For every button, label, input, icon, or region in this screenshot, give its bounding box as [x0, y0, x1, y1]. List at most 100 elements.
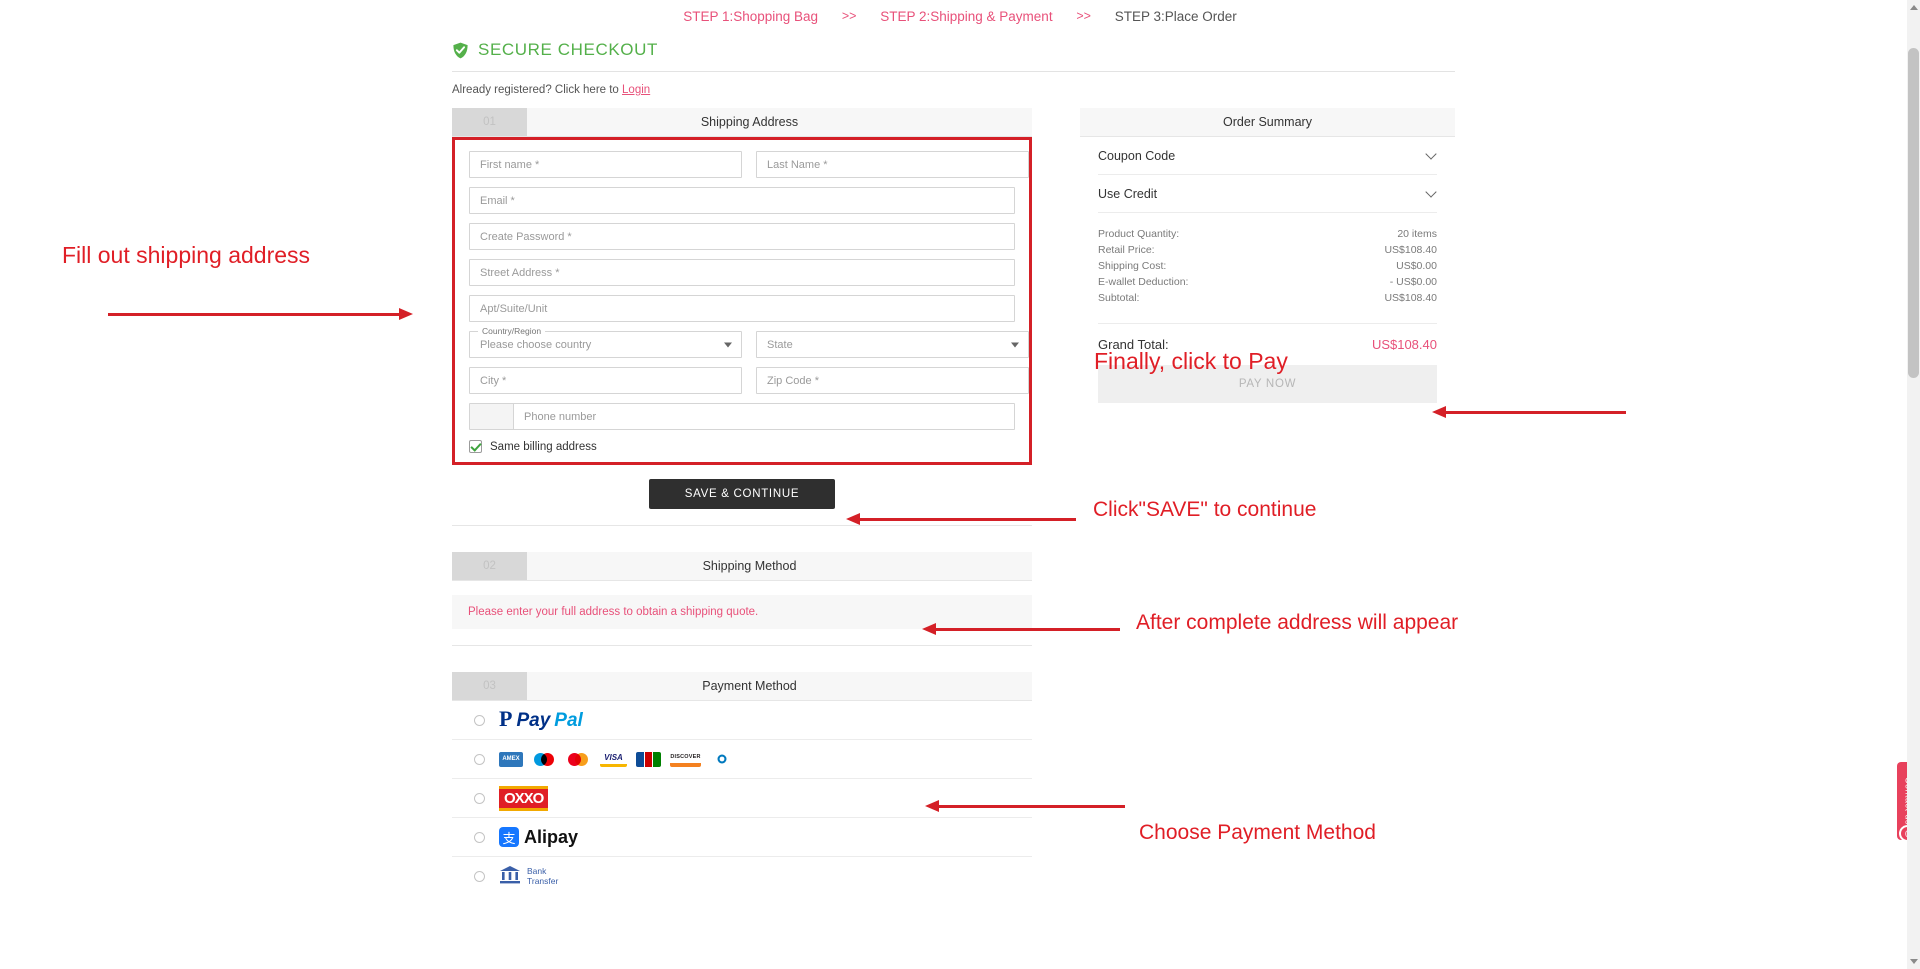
payment-option-bank-transfer[interactable]: Bank Transfer: [452, 857, 1032, 896]
shipping-method-bottom-divider: [452, 645, 1032, 646]
alipay-radio[interactable]: [474, 831, 485, 843]
summary-label: Shipping Cost:: [1098, 260, 1167, 272]
payment-option-paypal[interactable]: P Pay Pal: [452, 701, 1032, 740]
shield-check-icon: [452, 42, 469, 59]
summary-label: Product Quantity:: [1098, 228, 1180, 240]
shipping-method-title: Shipping Method: [702, 559, 797, 573]
bank-transfer-radio[interactable]: [474, 871, 485, 882]
annotation-address-appear: After complete address will appear: [1136, 611, 1459, 634]
street-address-input[interactable]: Street Address *: [469, 259, 1015, 286]
summary-label: E-wallet Deduction:: [1098, 276, 1189, 288]
summary-line-ewallet-deduction: E-wallet Deduction: - US$0.00: [1098, 274, 1437, 290]
phone-number-field[interactable]: Phone number: [469, 403, 1015, 430]
coupon-code-accordion[interactable]: Coupon Code: [1098, 137, 1437, 175]
phone-country-code-box[interactable]: [470, 404, 514, 429]
paypal-mark-icon: P: [499, 706, 513, 731]
payment-method-section: 03 Payment Method P Pay Pal AMEX VISA DI…: [452, 672, 1032, 896]
shipping-method-section: 02 Shipping Method Please enter your ful…: [452, 552, 1032, 646]
annotation-click-to-pay: Finally, click to Pay: [1094, 348, 1288, 374]
city-input[interactable]: City *: [469, 367, 742, 394]
alipay-mark-icon: 支: [499, 827, 519, 847]
payment-method-header: 03 Payment Method: [452, 672, 1032, 701]
summary-line-shipping-cost: Shipping Cost: US$0.00: [1098, 258, 1437, 274]
shipping-quote-notice: Please enter your full address to obtain…: [452, 595, 1032, 629]
chevron-down-icon: [1426, 188, 1437, 199]
shipping-address-step-number: 01: [452, 108, 527, 136]
payment-option-credit-cards[interactable]: AMEX VISA DISCOVER: [452, 740, 1032, 779]
apt-suite-unit-input[interactable]: Apt/Suite/Unit: [469, 295, 1015, 322]
summary-value: US$0.00: [1396, 260, 1437, 272]
first-name-input[interactable]: First name *: [469, 151, 742, 178]
bank-transfer-logo: Bank Transfer: [499, 865, 558, 889]
summary-value: US$108.40: [1384, 292, 1437, 304]
checkout-page: SECURE CHECKOUT Already registered? Clic…: [452, 40, 1455, 922]
country-region-select[interactable]: Country/Region Please choose country: [469, 326, 742, 358]
paypal-radio[interactable]: [474, 714, 485, 726]
summary-line-subtotal: Subtotal: US$108.40: [1098, 290, 1437, 306]
chevron-down-icon: [1011, 342, 1019, 347]
summary-line-product-quantity: Product Quantity: 20 items: [1098, 226, 1437, 242]
phone-number-input[interactable]: Phone number: [514, 404, 1014, 429]
step-2-shipping-payment[interactable]: STEP 2:Shipping & Payment: [876, 9, 1056, 24]
create-password-input[interactable]: Create Password *: [469, 223, 1015, 250]
login-link[interactable]: Login: [622, 84, 650, 96]
state-value: State: [767, 338, 793, 351]
mastercard-card-icon: [566, 751, 591, 767]
scroll-up-arrow-icon[interactable]: [1910, 5, 1918, 10]
step-3-place-order: STEP 3:Place Order: [1114, 8, 1237, 24]
summary-label: Retail Price:: [1098, 244, 1155, 256]
shipping-address-title: Shipping Address: [700, 115, 799, 129]
country-region-value: Please choose country: [480, 338, 592, 351]
chevron-down-icon: [724, 342, 732, 347]
payment-option-alipay[interactable]: 支 Alipay: [452, 818, 1032, 857]
summary-value: US$108.40: [1384, 244, 1437, 256]
step-1-shopping-bag[interactable]: STEP 1:Shopping Bag: [679, 9, 822, 24]
bank-transfer-line2: Transfer: [527, 875, 559, 886]
scroll-down-arrow-icon[interactable]: [1910, 959, 1918, 964]
payment-method-title: Payment Method: [702, 679, 797, 693]
already-registered-text: Already registered? Click here to: [452, 84, 623, 96]
step-separator-1: >>: [841, 9, 857, 24]
paypal-text-pal: Pal: [554, 710, 583, 731]
same-billing-address-row[interactable]: Same billing address: [469, 440, 1015, 453]
oxxo-radio[interactable]: [474, 792, 485, 804]
same-billing-address-checkbox[interactable]: [469, 440, 482, 453]
credit-card-logos: AMEX VISA DISCOVER: [499, 751, 734, 767]
chevron-down-icon: [1426, 150, 1437, 161]
paypal-logo: P Pay Pal: [499, 708, 583, 732]
payment-method-options: P Pay Pal AMEX VISA DISCOVER OXXO 支 Alip…: [452, 701, 1032, 896]
email-input[interactable]: Email *: [469, 187, 1015, 214]
same-billing-address-label: Same billing address: [490, 440, 597, 453]
payment-method-step-number: 03: [452, 672, 527, 700]
save-and-continue-button[interactable]: SAVE & CONTINUE: [648, 479, 836, 509]
use-credit-accordion[interactable]: Use Credit: [1098, 175, 1437, 213]
last-name-input[interactable]: Last Name *: [756, 151, 1029, 178]
amex-card-icon: AMEX: [499, 751, 523, 767]
summary-value: - US$0.00: [1389, 276, 1437, 288]
checkout-left-column: 01 Shipping Address First name * Last Na…: [452, 108, 1032, 922]
secure-checkout-title: SECURE CHECKOUT: [478, 40, 658, 59]
page-scrollbar[interactable]: [1907, 0, 1920, 969]
credit-cards-radio[interactable]: [474, 753, 485, 765]
jcb-card-icon: [636, 751, 661, 767]
summary-line-retail-price: Retail Price: US$108.40: [1098, 242, 1437, 258]
state-select[interactable]: State: [756, 331, 1029, 358]
paypal-text-pay: Pay: [516, 710, 551, 731]
oxxo-logo: OXXO: [499, 785, 549, 811]
scrollbar-thumb[interactable]: [1908, 48, 1919, 378]
zip-code-input[interactable]: Zip Code *: [756, 367, 1029, 394]
bank-transfer-label: Bank Transfer: [527, 866, 559, 887]
annotation-click-save: Click"SAVE" to continue: [1093, 498, 1317, 521]
shipping-address-header: 01 Shipping Address: [452, 108, 1032, 137]
order-summary-title: Order Summary: [1080, 108, 1455, 137]
discover-card-icon: DISCOVER: [670, 751, 701, 767]
country-region-label: Country/Region: [478, 326, 546, 336]
shipping-method-body: Please enter your full address to obtain…: [452, 581, 1032, 645]
use-credit-label: Use Credit: [1098, 186, 1158, 201]
already-registered-line: Already registered? Click here to Login: [452, 72, 1455, 108]
alipay-text: Alipay: [524, 826, 579, 847]
bank-icon: [499, 865, 521, 889]
summary-value: 20 items: [1397, 228, 1437, 240]
payment-option-oxxo[interactable]: OXXO: [452, 779, 1032, 818]
visa-card-icon: VISA: [600, 751, 627, 767]
